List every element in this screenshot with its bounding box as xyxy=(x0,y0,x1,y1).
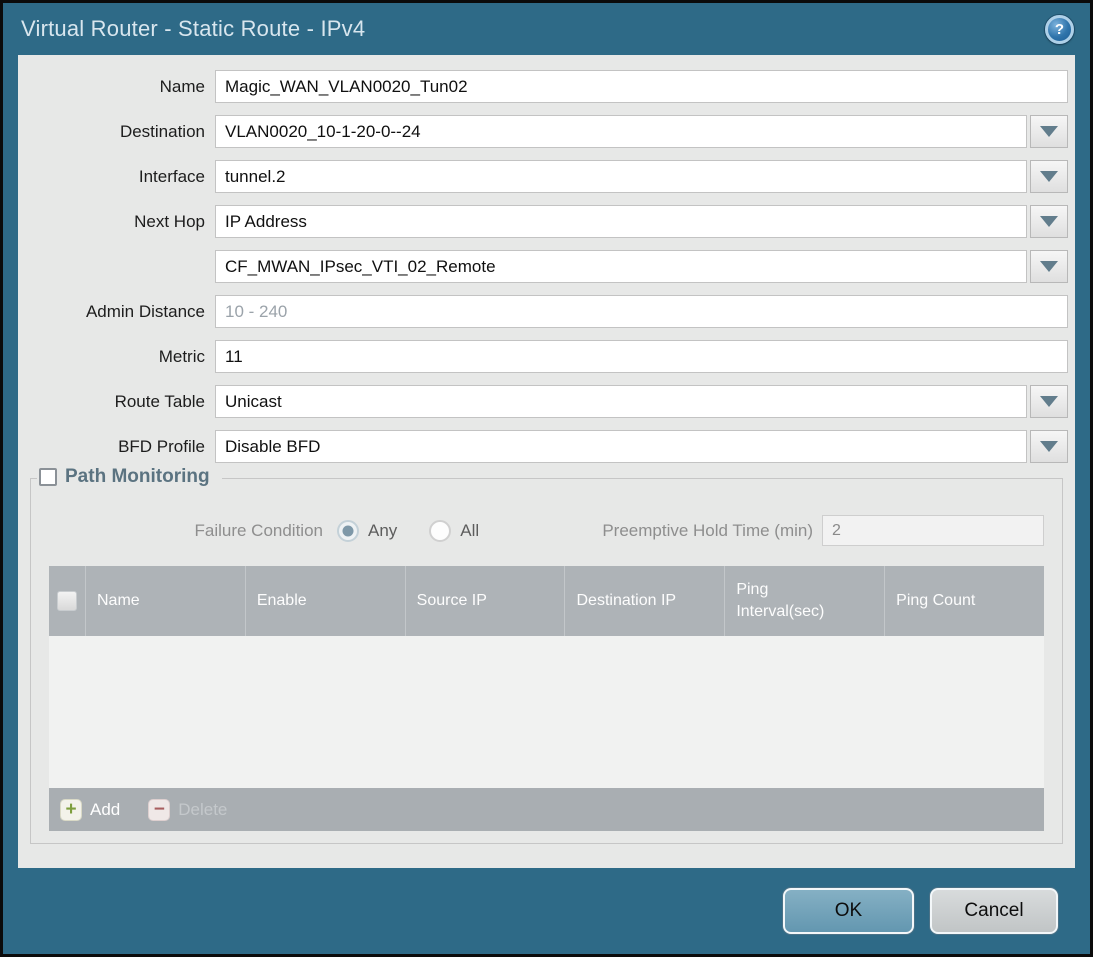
name-input[interactable] xyxy=(215,70,1068,103)
delete-minus-icon: − xyxy=(148,799,170,821)
next-hop-label: Next Hop xyxy=(18,212,215,232)
path-monitoring-checkbox[interactable] xyxy=(39,468,57,486)
next-hop-address-dropdown-button[interactable] xyxy=(1030,250,1068,283)
metric-row: Metric xyxy=(18,340,1075,373)
path-monitoring-title: Path Monitoring xyxy=(65,466,210,488)
table-header: Name Enable Source IP Destination IP Pin… xyxy=(49,566,1044,636)
bfd-profile-row: BFD Profile xyxy=(18,430,1075,463)
preemptive-hold-time-label: Preemptive Hold Time (min) xyxy=(602,521,813,541)
delete-button[interactable]: − Delete xyxy=(148,799,227,821)
preemptive-hold-time-input[interactable] xyxy=(822,515,1044,546)
radio-all[interactable] xyxy=(429,520,451,542)
route-table-label: Route Table xyxy=(18,392,215,412)
chevron-down-icon xyxy=(1040,126,1058,137)
col-header-ping-count: Ping Count xyxy=(885,566,1044,636)
route-table-row: Route Table xyxy=(18,385,1075,418)
select-all-checkbox[interactable] xyxy=(57,591,77,611)
dialog-content: Name Destination Interface Next Hop xyxy=(18,55,1075,868)
path-monitoring-table: Name Enable Source IP Destination IP Pin… xyxy=(49,566,1044,831)
destination-dropdown-button[interactable] xyxy=(1030,115,1068,148)
dialog-footer: OK Cancel xyxy=(3,868,1090,954)
name-label: Name xyxy=(18,77,215,97)
col-header-name: Name xyxy=(86,566,246,636)
chevron-down-icon xyxy=(1040,216,1058,227)
col-header-ping-interval-text: Ping Interval(sec) xyxy=(736,579,844,622)
destination-input[interactable] xyxy=(215,115,1027,148)
table-actions-bar: + Add − Delete xyxy=(49,788,1044,831)
add-button[interactable]: + Add xyxy=(60,799,120,821)
bfd-profile-input[interactable] xyxy=(215,430,1027,463)
path-monitoring-section: Path Monitoring Failure Condition Any Al… xyxy=(30,478,1063,844)
chevron-down-icon xyxy=(1040,171,1058,182)
table-body-empty[interactable] xyxy=(49,636,1044,788)
ok-button[interactable]: OK xyxy=(783,888,914,934)
help-icon[interactable]: ? xyxy=(1045,15,1074,44)
failure-condition-option-all[interactable]: All xyxy=(429,520,479,542)
next-hop-row: Next Hop xyxy=(18,205,1075,238)
radio-all-label: All xyxy=(460,521,479,541)
radio-any[interactable] xyxy=(337,520,359,542)
cancel-button[interactable]: Cancel xyxy=(930,888,1058,934)
radio-any-label: Any xyxy=(368,521,397,541)
chevron-down-icon xyxy=(1040,396,1058,407)
failure-condition-label: Failure Condition xyxy=(41,521,323,541)
add-button-label: Add xyxy=(90,800,120,820)
destination-label: Destination xyxy=(18,122,215,142)
bfd-profile-dropdown-button[interactable] xyxy=(1030,430,1068,463)
bfd-profile-label: BFD Profile xyxy=(18,437,215,457)
chevron-down-icon xyxy=(1040,441,1058,452)
metric-label: Metric xyxy=(18,347,215,367)
interface-dropdown-button[interactable] xyxy=(1030,160,1068,193)
admin-distance-label: Admin Distance xyxy=(18,302,215,322)
delete-button-label: Delete xyxy=(178,800,227,820)
dialog-title: Virtual Router - Static Route - IPv4 xyxy=(21,16,365,42)
next-hop-address-input[interactable] xyxy=(215,250,1027,283)
chevron-down-icon xyxy=(1040,261,1058,272)
interface-row: Interface xyxy=(18,160,1075,193)
admin-distance-input[interactable] xyxy=(215,295,1068,328)
interface-input[interactable] xyxy=(215,160,1027,193)
admin-distance-row: Admin Distance xyxy=(18,295,1075,328)
name-row: Name xyxy=(18,70,1075,103)
metric-input[interactable] xyxy=(215,340,1068,373)
next-hop-address-row xyxy=(18,250,1075,283)
col-header-source-ip: Source IP xyxy=(406,566,566,636)
preemptive-hold-time-group: Preemptive Hold Time (min) xyxy=(602,515,1044,546)
select-all-cell xyxy=(49,566,86,636)
add-plus-icon: + xyxy=(60,799,82,821)
route-table-input[interactable] xyxy=(215,385,1027,418)
destination-row: Destination xyxy=(18,115,1075,148)
path-monitoring-legend: Path Monitoring xyxy=(37,466,222,488)
col-header-destination-ip: Destination IP xyxy=(565,566,725,636)
interface-label: Interface xyxy=(18,167,215,187)
failure-condition-row: Failure Condition Any All Preemptive Hol… xyxy=(41,515,1052,546)
dialog-titlebar: Virtual Router - Static Route - IPv4 ? xyxy=(3,3,1090,55)
next-hop-dropdown-button[interactable] xyxy=(1030,205,1068,238)
failure-condition-option-any[interactable]: Any xyxy=(337,520,397,542)
static-route-dialog: Virtual Router - Static Route - IPv4 ? N… xyxy=(0,0,1093,957)
route-table-dropdown-button[interactable] xyxy=(1030,385,1068,418)
col-header-ping-interval: Ping Interval(sec) xyxy=(725,566,885,636)
col-header-enable: Enable xyxy=(246,566,406,636)
next-hop-type-input[interactable] xyxy=(215,205,1027,238)
